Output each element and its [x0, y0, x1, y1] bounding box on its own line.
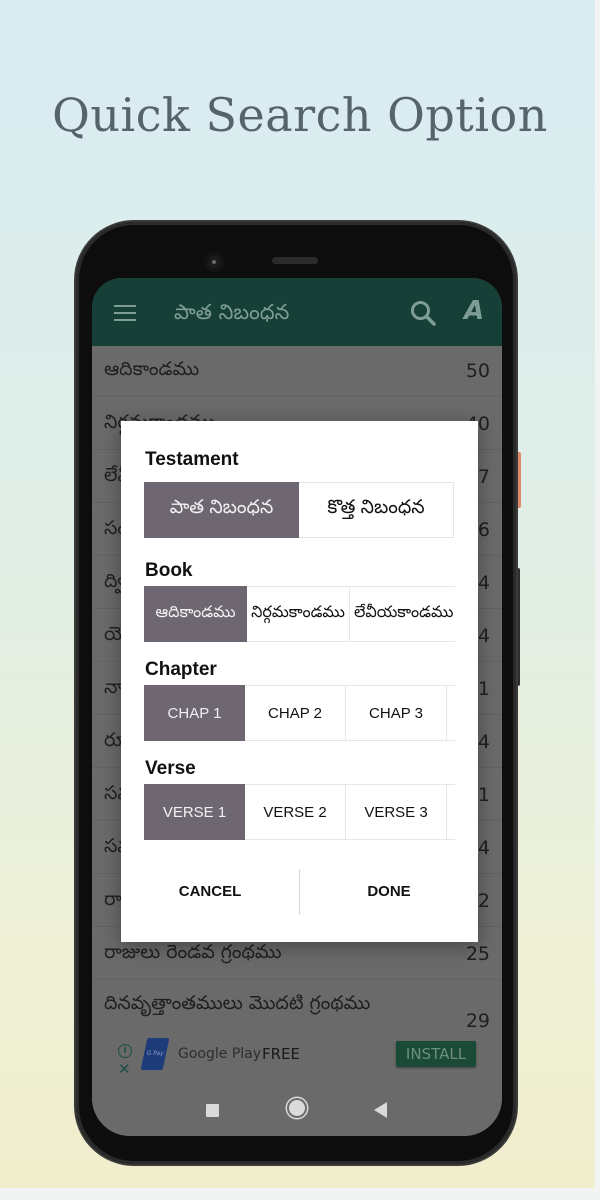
app-bar-title: పాత నిబంధన [174, 300, 290, 324]
verse-option[interactable]: VERSE 2 [245, 784, 346, 840]
ad-info-icon[interactable]: i [118, 1044, 132, 1058]
book-option[interactable]: ఆదికాండము [144, 586, 247, 642]
done-button[interactable]: DONE [300, 867, 478, 917]
phone-volume-button [516, 568, 520, 686]
phone-power-button [516, 452, 521, 508]
testament-option-old[interactable]: పాత నిబంధన [144, 482, 299, 538]
book-label: Book [145, 560, 193, 581]
back-icon[interactable] [374, 1102, 387, 1118]
book-option[interactable]: నిర్గమకాండము [247, 586, 350, 642]
recents-icon[interactable] [206, 1104, 219, 1117]
front-camera [204, 252, 224, 272]
ad-price: FREE [262, 1045, 301, 1063]
ad-banner[interactable]: i ✕ G Pay Google Play FREE INSTALL [92, 1030, 502, 1080]
chapter-count: 25 [465, 943, 490, 965]
menu-icon[interactable] [114, 305, 136, 321]
book-name: ఆదికాండము [104, 358, 200, 380]
dialog-actions: CANCEL DONE [121, 867, 478, 917]
cancel-button[interactable]: CANCEL [121, 867, 299, 917]
ad-close-icon[interactable]: ✕ [118, 1062, 131, 1077]
chapter-option[interactable]: CHAP 2 [245, 685, 346, 741]
verse-option[interactable] [447, 784, 455, 840]
chapter-option[interactable]: CHAP 3 [346, 685, 447, 741]
ad-install-button[interactable]: INSTALL [396, 1041, 476, 1067]
quick-search-dialog: Testament పాత నిబంధన కొత్త నిబంధన Book ఆ… [121, 421, 478, 942]
testament-selector: పాత నిబంధన కొత్త నిబంధన [144, 482, 455, 538]
verse-option[interactable]: VERSE 3 [346, 784, 447, 840]
chapter-count: 50 [465, 360, 490, 382]
chapter-label: Chapter [145, 659, 217, 680]
book-list-item[interactable]: ఆదికాండము 50 [92, 346, 502, 397]
ad-app-logo: G Pay [140, 1038, 170, 1070]
testament-option-new[interactable]: కొత్త నిబంధన [299, 482, 454, 538]
chapter-selector[interactable]: CHAP 1 CHAP 2 CHAP 3 [144, 685, 455, 741]
verse-option[interactable]: VERSE 1 [144, 784, 245, 840]
book-name: దినవృత్తాంతములు మొదటి గ్రంథము [104, 992, 371, 1014]
book-selector[interactable]: ఆదికాండము నిర్గమకాండము లేవీయకాండము [144, 586, 455, 642]
book-option[interactable]: లేవీయకాండము [350, 586, 455, 642]
verse-label: Verse [145, 758, 196, 779]
ad-store-name: Google Play [178, 1046, 262, 1062]
chapter-count: 29 [465, 1010, 490, 1032]
home-icon[interactable] [289, 1100, 305, 1116]
promo-headline: Quick Search Option [52, 88, 548, 142]
system-nav-bar [92, 1080, 502, 1136]
verse-selector[interactable]: VERSE 1 VERSE 2 VERSE 3 [144, 784, 455, 840]
font-size-icon[interactable]: A [464, 296, 484, 326]
chapter-option[interactable] [447, 685, 455, 741]
search-icon[interactable] [410, 300, 436, 326]
app-bar: పాత నిబంధన A [92, 278, 502, 346]
chapter-option[interactable]: CHAP 1 [144, 685, 245, 741]
chapter-count: 4 [477, 731, 490, 753]
testament-label: Testament [145, 449, 239, 470]
book-name: రాజులు రెండవ గ్రంథము [104, 941, 282, 963]
earpiece-speaker [272, 257, 318, 264]
